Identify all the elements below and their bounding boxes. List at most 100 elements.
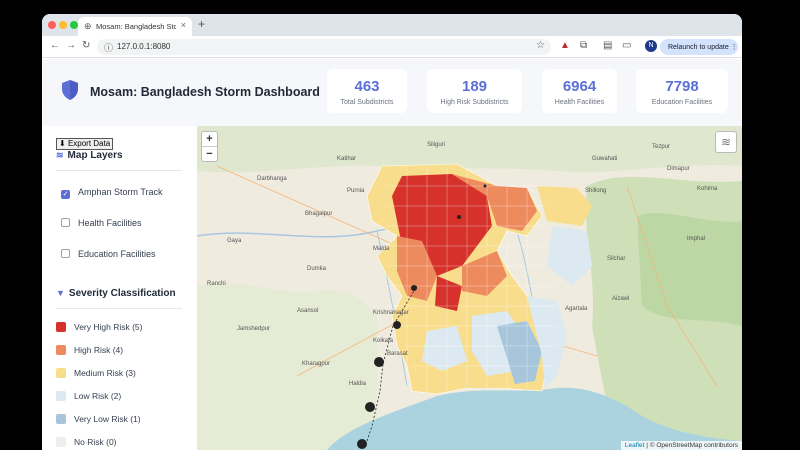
map-place-label: Gaya: [227, 238, 242, 244]
zoom-out-button[interactable]: −: [202, 147, 217, 162]
layer-label: Education Facilities: [78, 249, 156, 259]
stat-card-total-subdistricts: 463 Total Subdistricts: [327, 69, 407, 113]
page-title: Mosam: Bangladesh Storm Dashboard: [90, 85, 320, 99]
puzzle-icon[interactable]: ⧉: [580, 40, 587, 52]
legend-item-very-high: Very High Risk (5): [56, 322, 143, 332]
map-place-label: Jamshedpur: [237, 326, 271, 332]
storm-track-point[interactable]: [483, 184, 487, 188]
new-tab-icon[interactable]: +: [198, 17, 205, 31]
storm-track-point[interactable]: [457, 215, 461, 219]
layer-label: Amphan Storm Track: [78, 187, 163, 197]
checkbox[interactable]: [61, 218, 70, 227]
map-place-label: Imphal: [687, 236, 706, 242]
storm-track-point[interactable]: [357, 439, 367, 449]
map-place-label: Malda: [373, 246, 390, 252]
legend-item-medium: Medium Risk (3): [56, 368, 136, 378]
checkbox-checked[interactable]: ✓: [61, 190, 70, 199]
leaflet-link[interactable]: Leaflet: [625, 442, 645, 449]
stat-label: Education Facilities: [651, 99, 713, 106]
stat-label: Health Facilities: [554, 99, 605, 106]
minimize-window-button[interactable]: [59, 21, 67, 29]
back-arrow-icon[interactable]: ←: [50, 40, 60, 52]
divider: [56, 170, 182, 171]
maximize-window-button[interactable]: [70, 21, 78, 29]
zoom-in-button[interactable]: +: [202, 132, 217, 147]
relaunch-label: Relaunch to update: [668, 44, 729, 51]
forward-arrow-icon[interactable]: →: [66, 40, 76, 52]
map-place-label: Shillong: [585, 188, 607, 194]
legend-label: No Risk (0): [74, 437, 117, 447]
stat-label: High Risk Subdistricts: [440, 99, 509, 106]
severity-heading: ▼ Severity Classification: [56, 288, 176, 299]
export-label: Export Data: [67, 139, 111, 148]
shield-icon: [62, 80, 78, 100]
storm-track-point[interactable]: [393, 321, 401, 329]
map-place-label: Dumka: [307, 266, 327, 272]
sidebar: ⬇ Export Data ≋ Map Layers ✓ Amphan Storm …: [42, 126, 197, 450]
map-canvas[interactable]: [197, 126, 742, 450]
filter-icon: ▼: [56, 288, 65, 298]
close-tab-icon[interactable]: ×: [181, 20, 186, 30]
attribution-text: | © OpenStreetMap contributors: [644, 442, 738, 449]
stat-value: 7798: [665, 78, 699, 95]
reload-icon[interactable]: ↻: [82, 40, 90, 52]
map-place-label: Silchar: [607, 256, 626, 262]
map-place-label: Kharagpur: [302, 361, 331, 367]
close-window-button[interactable]: [48, 21, 56, 29]
map-place-label: Asansol: [297, 308, 319, 314]
bookmark-star-icon[interactable]: ☆: [536, 40, 545, 51]
cast-icon[interactable]: ▭: [622, 40, 631, 52]
dashboard-page: Mosam: Bangladesh Storm Dashboard 463 To…: [42, 59, 742, 450]
layers-control-button[interactable]: ≋: [715, 131, 737, 153]
legend-swatch: [56, 391, 66, 401]
map-place-label: Katihar: [337, 156, 357, 162]
legend-item-high: High Risk (4): [56, 345, 123, 355]
stat-value: 6964: [562, 78, 597, 95]
storm-track-point[interactable]: [365, 402, 375, 412]
dashboard-header: Mosam: Bangladesh Storm Dashboard 463 To…: [42, 59, 742, 126]
layer-toggle-education-facilities[interactable]: Education Facilities: [61, 249, 156, 259]
divider: [56, 308, 182, 309]
profile-avatar[interactable]: N: [645, 40, 657, 52]
browser-window: ⊕ Mosam: Bangladesh Storm Da × + ← → ↻ ⓘ…: [42, 14, 742, 450]
stat-card-health-facilities: 6964 Health Facilities: [542, 69, 617, 113]
tab-bar: ⊕ Mosam: Bangladesh Storm Da × +: [42, 14, 742, 36]
legend-swatch: [56, 368, 66, 378]
map-place-label: Kohima: [697, 186, 718, 192]
tab-title: Mosam: Bangladesh Storm Da: [96, 22, 176, 31]
map-view[interactable]: Darbhanga Bhagalpur Gaya Purnia Dumka As…: [197, 126, 742, 450]
stat-label: Total Subdistricts: [340, 99, 394, 106]
legend-label: High Risk (4): [74, 345, 124, 355]
legend-label: Low Risk (2): [74, 391, 122, 401]
globe-icon: ⊕: [84, 21, 92, 31]
map-place-label: Barasat: [387, 351, 408, 357]
map-place-label: Purnia: [347, 188, 365, 194]
layer-toggle-amphan-track[interactable]: ✓ Amphan Storm Track: [61, 187, 163, 199]
map-place-label: Guwahati: [592, 156, 618, 162]
export-data-button[interactable]: ⬇ Export Data: [56, 138, 114, 150]
stat-value: 189: [461, 78, 488, 95]
map-place-label: Darbhanga: [257, 176, 287, 182]
map-place-label: Siliguri: [427, 142, 446, 148]
extension-icon[interactable]: ▲: [560, 40, 570, 52]
stat-card-education-facilities: 7798 Education Facilities: [636, 69, 728, 113]
layer-toggle-health-facilities[interactable]: Health Facilities: [61, 218, 142, 228]
checkbox[interactable]: [61, 249, 70, 258]
map-layers-title: Map Layers: [67, 150, 123, 161]
relaunch-button[interactable]: Relaunch to update ⋮: [660, 39, 738, 55]
browser-tab[interactable]: ⊕ Mosam: Bangladesh Storm Da ×: [78, 17, 192, 36]
map-place-label: Dimapur: [667, 166, 690, 172]
site-info-icon[interactable]: ⓘ: [104, 41, 113, 54]
address-bar[interactable]: ⓘ 127.0.0.1:8080 ☆: [97, 39, 551, 55]
more-menu-icon: ⋮: [730, 44, 738, 51]
storm-track-point[interactable]: [411, 285, 417, 291]
storm-track-point[interactable]: [374, 357, 384, 367]
legend-item-very-low: Very Low Risk (1): [56, 414, 141, 424]
stack-icon: ≋: [720, 135, 732, 149]
address-toolbar: ← → ↻ ⓘ 127.0.0.1:8080 ☆ ▲ ⧉ ▤ ▭ N Relau…: [42, 36, 742, 58]
map-place-label: Krishnanagar: [373, 310, 409, 316]
map-place-label: Tezpur: [652, 144, 671, 150]
sidebar-panel-icon[interactable]: ▤: [603, 40, 612, 52]
map-place-label: Aizawl: [612, 296, 630, 302]
map-place-label: Bhagalpur: [305, 211, 333, 217]
